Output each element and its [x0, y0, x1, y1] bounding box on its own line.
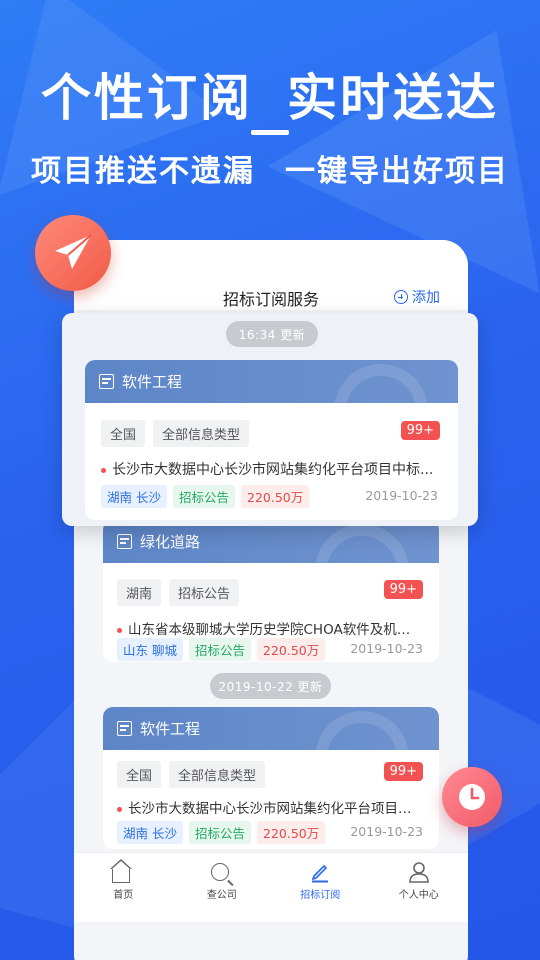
- nav-item-company[interactable]: 查公司: [173, 853, 272, 922]
- item-date: 2019-10-23: [350, 641, 423, 656]
- nav-item-profile[interactable]: 个人中心: [370, 853, 469, 922]
- item-meta: 湖南 长沙 招标公告 220.50万: [117, 821, 326, 844]
- category-chip: 招标公告: [172, 485, 235, 508]
- tag: 全国: [101, 420, 146, 447]
- amount-chip: 220.50万: [241, 485, 310, 508]
- item-meta: 湖南 长沙 招标公告 220.50万: [101, 485, 310, 508]
- bullet-dot: [101, 467, 106, 473]
- nav-item-subscription[interactable]: 招标订阅: [271, 853, 370, 922]
- item-title: 山东省本级聊城大学历史学院CHOA软件及机房工...: [128, 622, 423, 638]
- card-title: 绿化道路: [140, 533, 201, 551]
- pen-icon: [309, 861, 331, 883]
- card-title: 软件工程: [122, 373, 183, 391]
- calendar-icon: [117, 534, 132, 549]
- home-icon: [110, 859, 134, 883]
- bottom-nav: 首页 查公司 招标订阅 个人中心: [74, 852, 468, 922]
- user-icon: [408, 861, 430, 883]
- item-date: 2019-10-23: [365, 488, 438, 503]
- card-header: 软件工程: [103, 707, 439, 750]
- card-header: 绿化道路: [103, 520, 439, 563]
- card-header: 软件工程: [85, 360, 458, 403]
- card-title: 软件工程: [140, 720, 201, 738]
- subscription-card[interactable]: 软件工程 全国 全部信息类型 99+ 长沙市大数据中心长沙市网站集约化平台项目中…: [103, 707, 439, 849]
- count-badge: 99+: [383, 762, 423, 781]
- clock-icon: [442, 767, 502, 827]
- tag: 湖南: [117, 579, 162, 606]
- tag: 全国: [117, 761, 162, 788]
- add-button[interactable]: 添加: [394, 287, 440, 307]
- amount-chip: 220.50万: [257, 821, 326, 844]
- category-chip: 招标公告: [188, 638, 251, 661]
- item-date: 2019-10-23: [350, 824, 423, 839]
- headline-right: 实时送达: [287, 69, 499, 127]
- tag: 全部信息类型: [153, 420, 250, 447]
- list-item[interactable]: 长沙市大数据中心长沙市网站集约化平台项目中标...: [101, 459, 441, 479]
- headline-left: 个性订阅: [41, 69, 253, 127]
- list-item[interactable]: 长沙市大数据中心长沙市网站集约化平台项目中标...: [117, 797, 423, 817]
- region-chip: 湖南 长沙: [101, 485, 167, 508]
- nav-item-home[interactable]: 首页: [74, 853, 173, 922]
- nav-label: 个人中心: [398, 890, 439, 901]
- card-tags: 全国 全部信息类型: [117, 761, 266, 788]
- item-meta: 山东 聊城 招标公告 220.50万: [117, 638, 326, 661]
- category-chip: 招标公告: [188, 821, 251, 844]
- nav-label: 首页: [113, 890, 134, 901]
- tag: 全部信息类型: [169, 761, 266, 788]
- promo-subline: 项目推送不遗漏 一键导出好项目: [0, 146, 540, 190]
- plus-circle-icon: [394, 290, 408, 304]
- app-topbar: 招标订阅服务 添加: [74, 240, 468, 310]
- bullet-dot: [117, 806, 122, 812]
- item-title: 长沙市大数据中心长沙市网站集约化平台项目中标...: [112, 462, 434, 478]
- calendar-icon: [117, 721, 132, 736]
- update-time-pill: 16:34 更新: [226, 321, 318, 347]
- bullet-dot: [117, 627, 122, 633]
- count-badge: 99+: [383, 580, 423, 599]
- nav-label: 查公司: [206, 890, 237, 901]
- add-label: 添加: [412, 290, 440, 306]
- update-time-pill: 2019-10-22 更新: [210, 673, 331, 699]
- region-chip: 山东 聊城: [117, 638, 183, 661]
- search-icon: [210, 861, 233, 883]
- subline-left: 项目推送不遗漏: [31, 154, 255, 189]
- subscription-card[interactable]: 软件工程 全国 全部信息类型 99+ 长沙市大数据中心长沙市网站集约化平台项目中…: [85, 360, 458, 520]
- paper-plane-icon: [35, 215, 111, 291]
- list-item[interactable]: 山东省本级聊城大学历史学院CHOA软件及机房工...: [117, 618, 423, 638]
- nav-label: 招标订阅: [300, 890, 341, 901]
- item-title: 长沙市大数据中心长沙市网站集约化平台项目中标...: [128, 801, 423, 817]
- card-tags: 全国 全部信息类型: [101, 420, 250, 447]
- count-badge: 99+: [400, 421, 440, 440]
- subscription-card[interactable]: 绿化道路 湖南 招标公告 99+ 山东省本级聊城大学历史学院CHOA软件及机房工…: [103, 520, 439, 662]
- highlighted-card-panel: 16:34 更新 软件工程 全国 全部信息类型 99+ 长沙市大数据中心长沙市网…: [62, 313, 478, 526]
- promo-headline: 个性订阅 实时送达: [0, 58, 540, 130]
- tag: 招标公告: [169, 579, 240, 606]
- subline-right: 一键导出好项目: [285, 154, 509, 189]
- headline-divider: [251, 130, 289, 135]
- calendar-icon: [99, 374, 114, 389]
- card-tags: 湖南 招标公告: [117, 579, 240, 606]
- amount-chip: 220.50万: [257, 638, 326, 661]
- region-chip: 湖南 长沙: [117, 821, 183, 844]
